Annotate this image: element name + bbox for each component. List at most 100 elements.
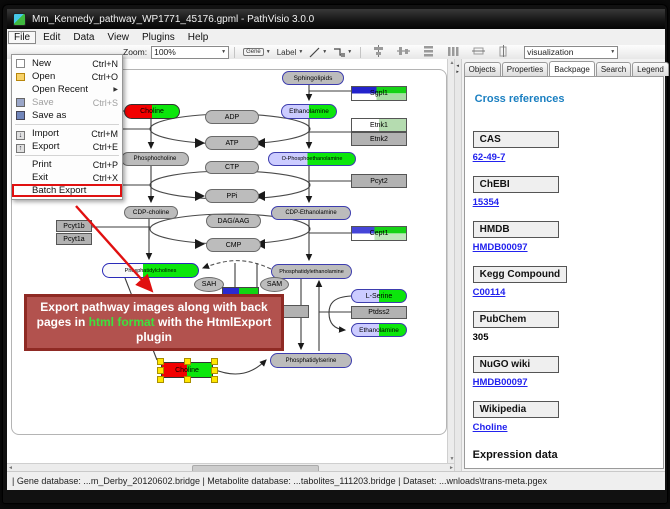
file-menu-item-exit[interactable]: ExitCtrl+X bbox=[12, 171, 122, 184]
common-height-button[interactable] bbox=[497, 45, 510, 59]
xref-source-box: Wikipedia bbox=[473, 401, 559, 418]
tab-search[interactable]: Search bbox=[596, 62, 631, 76]
node-label: Etnk2 bbox=[370, 136, 388, 143]
visualization-combobox[interactable]: visualization ▼ bbox=[524, 46, 618, 59]
open-folder-icon bbox=[16, 73, 25, 81]
node-sah[interactable]: SAH bbox=[194, 277, 224, 292]
node-label: Phosphatidylserine bbox=[286, 358, 337, 364]
zoom-combobox[interactable]: 100% ▼ bbox=[151, 46, 229, 59]
file-menu-item-new[interactable]: NewCtrl+N bbox=[12, 57, 122, 70]
node-ppi[interactable]: PPi bbox=[205, 189, 259, 203]
file-menu-item-batch-export[interactable]: Batch Export bbox=[12, 184, 122, 197]
node-sphingolipids[interactable]: Sphingolipids bbox=[282, 71, 344, 85]
distribute-horizontal-button[interactable] bbox=[447, 45, 460, 59]
node-label: Phosphocholine bbox=[134, 156, 177, 162]
title-bar[interactable]: Mm_Kennedy_pathway_WP1771_45176.gpml - P… bbox=[7, 9, 665, 29]
file-menu: NewCtrl+NOpenCtrl+OOpen Recent▶SaveCtrl+… bbox=[11, 54, 123, 200]
tab-legend[interactable]: Legend bbox=[632, 62, 669, 76]
file-menu-item-print[interactable]: PrintCtrl+P bbox=[12, 158, 122, 171]
node-ctp[interactable]: CTP bbox=[205, 161, 259, 174]
node-phosphatidylserine[interactable]: Phosphatidylserine bbox=[270, 353, 352, 368]
file-menu-item-save-as[interactable]: Save as bbox=[12, 109, 122, 122]
side-panel-tabs: ObjectsPropertiesBackpageSearchLegend bbox=[464, 61, 670, 76]
selection-handle[interactable] bbox=[211, 358, 218, 365]
node-atp[interactable]: ATP bbox=[205, 136, 259, 150]
node-adp[interactable]: ADP bbox=[205, 110, 259, 124]
node-o-phosphoethanolamine[interactable]: O-Phosphoethanolamine bbox=[268, 152, 356, 166]
file-menu-item-save[interactable]: SaveCtrl+S bbox=[12, 96, 122, 109]
node-ethanolamine-top[interactable]: Ethanolamine bbox=[281, 104, 337, 119]
node-ethanolamine-bottom[interactable]: Ethanolamine bbox=[351, 323, 407, 337]
node-etnk2[interactable]: Etnk2 bbox=[351, 132, 407, 146]
connector-tool-button[interactable]: ▼ bbox=[333, 47, 352, 58]
xref-link[interactable]: 15354 bbox=[473, 197, 653, 208]
tab-backpage[interactable]: Backpage bbox=[549, 61, 595, 77]
line-tool-button[interactable]: ▼ bbox=[309, 47, 327, 58]
node-ptdss2[interactable]: Ptdss2 bbox=[351, 306, 407, 319]
file-menu-item-open-recent[interactable]: Open Recent▶ bbox=[12, 83, 122, 96]
connector-icon bbox=[333, 47, 345, 58]
selection-handle[interactable] bbox=[211, 376, 218, 383]
node-pcyt1a[interactable]: Pcyt1a bbox=[56, 233, 92, 245]
selection-handle[interactable] bbox=[184, 358, 191, 365]
node-pcyt2[interactable]: Pcyt2 bbox=[351, 174, 407, 188]
file-menu-item-open[interactable]: OpenCtrl+O bbox=[12, 70, 122, 83]
align-center-y-button[interactable] bbox=[397, 45, 410, 59]
xref-source-box: NuGO wiki bbox=[473, 356, 559, 373]
common-width-button[interactable] bbox=[472, 45, 485, 59]
app-icon bbox=[13, 13, 26, 26]
menu-edit[interactable]: Edit bbox=[37, 31, 66, 44]
menu-item-label: Batch Export bbox=[32, 185, 86, 196]
file-menu-item-export[interactable]: ↑ExportCtrl+E bbox=[12, 140, 122, 153]
label-tool-button[interactable]: Label ▼ bbox=[277, 48, 304, 57]
node-etnk1[interactable]: Etnk1 bbox=[351, 118, 407, 132]
xref-source-box: CAS bbox=[473, 131, 559, 148]
node-phosphocholine[interactable]: Phosphocholine bbox=[121, 152, 189, 166]
selection-handle[interactable] bbox=[157, 367, 164, 374]
node-sam[interactable]: SAM bbox=[260, 277, 289, 292]
menu-help[interactable]: Help bbox=[182, 31, 215, 44]
panel-splitter[interactable]: ◂▸ bbox=[454, 59, 462, 471]
menu-view[interactable]: View bbox=[101, 31, 135, 44]
align-center-x-button[interactable] bbox=[372, 45, 385, 59]
node-choline-top[interactable]: Choline bbox=[124, 104, 180, 119]
menu-data[interactable]: Data bbox=[67, 31, 100, 44]
splitter-collapse-icons[interactable]: ◂▸ bbox=[455, 63, 461, 75]
tab-objects[interactable]: Objects bbox=[464, 62, 501, 76]
selection-handle[interactable] bbox=[157, 358, 164, 365]
tab-properties[interactable]: Properties bbox=[502, 62, 548, 76]
xref-link[interactable]: C00114 bbox=[473, 287, 653, 298]
xref-link[interactable]: Choline bbox=[473, 422, 653, 433]
node-sgpl1[interactable]: Sgpl1 bbox=[351, 86, 407, 101]
node-phosphatidylethanolamine[interactable]: Phosphatidylethanolamine bbox=[271, 264, 352, 279]
selection-handle[interactable] bbox=[157, 376, 164, 383]
selection-handle[interactable] bbox=[211, 367, 218, 374]
selection-handle[interactable] bbox=[184, 376, 191, 383]
node-dag-aag[interactable]: DAG/AAG bbox=[206, 214, 261, 228]
file-menu-item-import[interactable]: ↓ImportCtrl+M bbox=[12, 127, 122, 140]
menu-file[interactable]: File bbox=[8, 31, 36, 44]
menu-item-label: New bbox=[32, 58, 51, 69]
distribute-vertical-button[interactable] bbox=[422, 45, 435, 59]
annotation-callout: Export pathway images along with back pa… bbox=[24, 294, 284, 351]
menu-plugins[interactable]: Plugins bbox=[136, 31, 181, 44]
node-label: CDP-Ethanolamine bbox=[285, 210, 336, 216]
node-label: SAM bbox=[267, 281, 282, 288]
xref-section-hmdb: HMDBHMDB00097 bbox=[473, 219, 653, 253]
node-phosphatidylcholines[interactable]: Phosphatidylcholines bbox=[102, 263, 199, 278]
node-cmp[interactable]: CMP bbox=[206, 238, 261, 252]
node-l-serine[interactable]: L-Serine bbox=[351, 289, 407, 303]
node-label: Sphingolipids bbox=[294, 75, 333, 82]
chevron-down-icon: ▼ bbox=[347, 49, 352, 55]
node-cdp-choline[interactable]: CDP-choline bbox=[124, 206, 178, 219]
chevron-down-icon: ▼ bbox=[266, 49, 271, 55]
node-label: Sgpl1 bbox=[370, 90, 388, 97]
datanode-template-button[interactable]: Gene ▼ bbox=[243, 48, 271, 56]
xref-link[interactable]: 62-49-7 bbox=[473, 152, 653, 163]
node-cept1[interactable]: Cept1 bbox=[351, 226, 407, 241]
node-label: ADP bbox=[225, 114, 239, 121]
node-pcyt1b[interactable]: Pcyt1b bbox=[56, 220, 92, 232]
xref-link[interactable]: HMDB00097 bbox=[473, 377, 653, 388]
node-cdp-ethanolamine[interactable]: CDP-Ethanolamine bbox=[271, 206, 351, 220]
xref-link[interactable]: HMDB00097 bbox=[473, 242, 653, 253]
